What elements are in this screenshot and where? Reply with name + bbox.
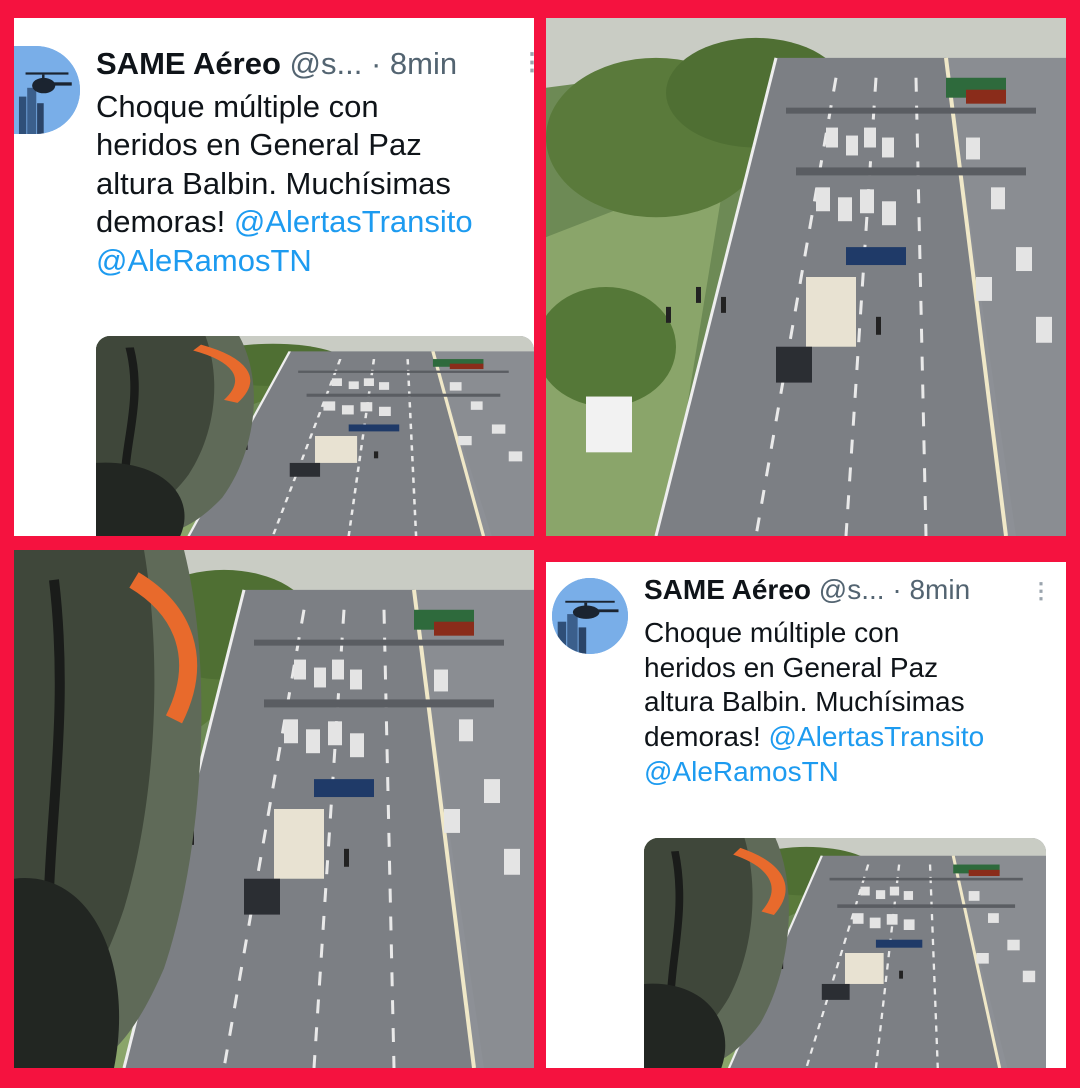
- tweet-text-line: Choque múltiple con: [644, 617, 900, 648]
- tweet-text-line: altura Balbin. Muchísimas: [96, 165, 451, 201]
- aerial-photo-top-right: [546, 18, 1066, 536]
- tweet-text: Choque múltiple con heridos en General P…: [644, 616, 1064, 790]
- highway-accident-photo: [546, 18, 1066, 536]
- separator-dot: ·: [370, 46, 382, 81]
- tweet-text-line: altura Balbin. Muchísimas: [644, 686, 965, 718]
- tweet-header: SAME Aéreo @s... · 8min: [96, 46, 457, 82]
- highway-cockpit-photo: [14, 550, 534, 1068]
- author-handle[interactable]: @s...: [290, 46, 363, 81]
- tweet-text-line: heridos en General Paz: [644, 651, 939, 683]
- tweet-media-photo[interactable]: [644, 838, 1046, 1068]
- traffic-photo: [96, 336, 534, 536]
- mention-link[interactable]: @AlertasTransito: [769, 721, 985, 752]
- author-handle[interactable]: @s...: [819, 574, 885, 605]
- author-name[interactable]: SAME Aéreo: [644, 574, 811, 605]
- avatar[interactable]: [552, 578, 628, 654]
- tweet-card-bottom-right[interactable]: SAME Aéreo @s... · 8min ⋮ Choque múltipl…: [546, 562, 1066, 1068]
- more-vertical-icon[interactable]: ⋮: [1030, 578, 1052, 604]
- mention-link[interactable]: @AlertasTransito: [234, 204, 473, 239]
- tweet[interactable]: SAME Aéreo @s... · 8min ⋮ Choque múltipl…: [14, 18, 534, 536]
- tweet-text-line: demoras!: [644, 721, 761, 753]
- tweet-text: Choque múltiple con heridos en General P…: [96, 88, 534, 280]
- traffic-photo: [644, 838, 1046, 1068]
- timestamp[interactable]: 8min: [909, 574, 970, 605]
- separator-dot: ·: [892, 574, 902, 605]
- tweet-text-line: Choque múltiple con: [96, 89, 379, 124]
- mention-link[interactable]: @AleRamosTN: [644, 756, 839, 787]
- more-vertical-icon[interactable]: ⋮: [520, 48, 534, 77]
- author-name[interactable]: SAME Aéreo: [96, 46, 281, 81]
- tweet-text-line: heridos en General Paz: [96, 127, 422, 163]
- helicopter-avatar-icon: [14, 46, 80, 134]
- tweet[interactable]: SAME Aéreo @s... · 8min ⋮ Choque múltipl…: [546, 562, 1066, 1068]
- tweet-card-top-left[interactable]: SAME Aéreo @s... · 8min ⋮ Choque múltipl…: [14, 18, 534, 536]
- tweet-media-photo[interactable]: [96, 336, 534, 536]
- tweet-header: SAME Aéreo @s... · 8min: [644, 574, 970, 606]
- helicopter-avatar-icon: [552, 578, 628, 654]
- avatar[interactable]: [14, 46, 80, 134]
- timestamp[interactable]: 8min: [390, 46, 457, 81]
- tweet-text-line: demoras!: [96, 204, 226, 240]
- cockpit-photo-bottom-left: [14, 550, 534, 1068]
- mention-link[interactable]: @AleRamosTN: [96, 243, 312, 278]
